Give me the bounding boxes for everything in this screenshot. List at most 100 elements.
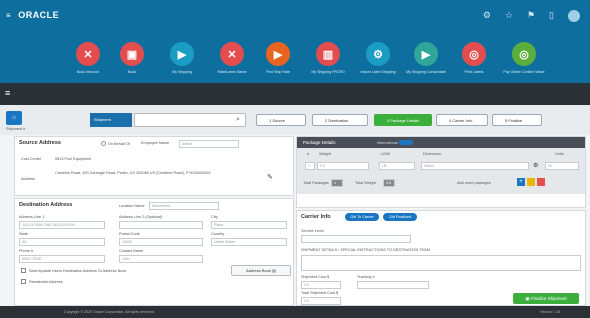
country-label: Country bbox=[211, 232, 225, 236]
postal-code-input[interactable]: 10026 bbox=[119, 238, 203, 246]
avatar-icon[interactable] bbox=[568, 10, 580, 22]
phone-input[interactable]: 8001775000 bbox=[19, 255, 105, 263]
secondary-nav: ≡ bbox=[0, 83, 590, 105]
shortcut-label: Find Ship Rate bbox=[266, 70, 290, 74]
postal-code-label: Postal Code bbox=[119, 232, 140, 236]
package-details-panel: Package Details International # Weight U… bbox=[296, 136, 586, 208]
add-package-icon[interactable]: + bbox=[517, 178, 525, 186]
old-to-carrier-button[interactable]: Old To Carrier bbox=[345, 213, 379, 221]
source-address-panel: Source Address On Behalf Of Employee Nam… bbox=[14, 136, 294, 196]
tracking-label: Tracking # bbox=[357, 275, 375, 279]
tracking-input[interactable] bbox=[357, 281, 429, 289]
copy-icon[interactable] bbox=[527, 178, 535, 186]
shortcut-pay-online[interactable]: ◎ Pay Online Confirm Wave bbox=[502, 42, 546, 74]
gear-icon[interactable]: ⚙ bbox=[533, 162, 538, 169]
shortcut-label: Rate/Lanes Name bbox=[217, 70, 247, 74]
address-value: Crestline Road, 400 Carnegie Road, Pinki… bbox=[55, 171, 211, 175]
city-input[interactable]: Plaza bbox=[211, 221, 287, 229]
address-line2-input[interactable] bbox=[119, 221, 203, 229]
international-label: International bbox=[376, 141, 398, 145]
address-book-label: Address Book bbox=[246, 268, 271, 273]
residential-checkbox[interactable]: Residential Address bbox=[21, 279, 63, 284]
checkbox-icon bbox=[21, 268, 26, 273]
finalize-shipment-button[interactable]: ▣ Finalize Shipment bbox=[513, 293, 579, 304]
employee-name-select[interactable]: Select bbox=[179, 140, 239, 148]
shipment-cost-input[interactable]: 0.0 bbox=[301, 281, 341, 289]
step-package-details[interactable]: 3 Package Details bbox=[374, 114, 432, 126]
address-line1-label: Address Line 1 bbox=[19, 215, 45, 219]
international-toggle[interactable] bbox=[398, 140, 413, 146]
units-select[interactable]: IN bbox=[545, 162, 579, 170]
shortcut-shipping-profd[interactable]: ▥ My Shipping PROFD bbox=[306, 42, 350, 74]
location-name-select[interactable]: Stoneforest bbox=[149, 202, 219, 210]
state-label: State bbox=[19, 232, 28, 236]
cost-center-label: Cost Center bbox=[21, 157, 42, 161]
menu-icon[interactable]: ≡ bbox=[5, 88, 10, 98]
contact-name-input[interactable]: John bbox=[119, 255, 203, 263]
weight-input[interactable]: 0.5 bbox=[317, 162, 369, 170]
cost-center-value: 0613 Pool Equipment bbox=[55, 157, 92, 161]
dimension-select[interactable]: Select bbox=[421, 162, 529, 170]
special-instructions-textarea[interactable] bbox=[301, 255, 581, 271]
flag-icon[interactable]: ⚑ bbox=[527, 10, 535, 22]
settings-icon[interactable]: ⚙ bbox=[483, 10, 491, 22]
oracle-logo: ≡ ORACLE bbox=[6, 10, 59, 20]
play-icon: ▶ bbox=[266, 42, 290, 66]
source-address-title: Source Address bbox=[19, 140, 61, 146]
finalize-icon: ▣ bbox=[525, 296, 530, 301]
step-source[interactable]: 1 Source bbox=[256, 114, 306, 126]
package-header: Package Details International bbox=[297, 137, 585, 148]
shortcut-book-inbound[interactable]: ✕ Book Inbound bbox=[66, 42, 110, 74]
search-icon[interactable]: ⌕ bbox=[236, 116, 240, 124]
total-cost-input[interactable]: 0.0 bbox=[301, 297, 341, 305]
shortcut-find-ship-rate[interactable]: ▶ Find Ship Rate bbox=[256, 42, 300, 74]
step-finalize[interactable]: 5 Finalize bbox=[492, 114, 542, 126]
old-finalized-button[interactable]: Old Finalized bbox=[383, 213, 417, 221]
city-label: City bbox=[211, 215, 218, 219]
save-address-checkbox[interactable]: Save/Update Users Destination Address To… bbox=[21, 268, 126, 273]
finalize-label: Finalize Shipment bbox=[530, 296, 567, 301]
special-instructions-label: SHIPMENT DETAILS / SPECIAL INSTRUCTIONS … bbox=[301, 248, 430, 252]
col-weight: Weight bbox=[319, 152, 331, 156]
shortcut-my-shipping[interactable]: ▶ My Shipping bbox=[160, 42, 204, 74]
shortcut-print-labels[interactable]: ◎ Print Labels bbox=[452, 42, 496, 74]
state-input[interactable]: AZ bbox=[19, 238, 105, 246]
truck-icon: ▶ bbox=[414, 42, 438, 66]
uom-select[interactable]: LB bbox=[379, 162, 415, 170]
shortcut-label: My Shipping bbox=[172, 70, 192, 74]
step-destination[interactable]: 2 Destination bbox=[312, 114, 368, 126]
hamburger-icon[interactable]: ≡ bbox=[6, 11, 11, 20]
delete-icon[interactable] bbox=[537, 178, 545, 186]
total-cost-label: Total Shipment Cost $ bbox=[301, 291, 339, 295]
copyright-text: Copyright © 2020 Oracle Corporation. All… bbox=[64, 310, 154, 314]
address-line1-input[interactable]: 1120 OCEAN ONE DELEGATION bbox=[19, 221, 105, 229]
save-address-label: Save/Update Users Destination Address To… bbox=[29, 268, 127, 273]
package-grid: # Weight UOM Dimension Units 1 0.5 LB Se… bbox=[297, 148, 585, 194]
total-weight-label: Total Weight bbox=[355, 181, 376, 185]
header-icons: ⚙ ☆ ⚑ ▯ bbox=[483, 10, 580, 22]
star-icon[interactable]: ☆ bbox=[505, 10, 513, 22]
address-book-button[interactable]: Address Book ▤ bbox=[231, 265, 291, 276]
total-weight-value: 0.5 bbox=[383, 179, 395, 187]
shipment-dropdown[interactable]: Shipment bbox=[90, 113, 132, 127]
service-level-select[interactable] bbox=[301, 235, 411, 243]
address-book-icon: ▤ bbox=[272, 268, 276, 273]
edit-icon[interactable]: ✎ bbox=[267, 173, 273, 181]
target-icon: ◎ bbox=[462, 42, 486, 66]
shortcut-import-label[interactable]: ⚙ Import Label Shipping bbox=[356, 42, 400, 74]
gear-icon: ⚙ bbox=[366, 42, 390, 66]
shortcut-label: Book bbox=[127, 70, 137, 74]
on-behalf-toggle[interactable]: On Behalf Of bbox=[101, 141, 130, 146]
truck-icon: ▶ bbox=[170, 42, 194, 66]
search-input[interactable]: ⌕ bbox=[134, 113, 246, 127]
service-level-label: Service Level bbox=[301, 229, 324, 233]
country-select[interactable]: United States bbox=[211, 238, 287, 246]
shortcut-consolidate[interactable]: ▶ My Shipping Consolidate bbox=[404, 42, 448, 74]
document-icon[interactable]: ▯ bbox=[549, 10, 554, 22]
shortcut-rate-lanes[interactable]: ✕ Rate/Lanes Name bbox=[210, 42, 254, 74]
package-title: Package Details bbox=[303, 140, 336, 145]
shortcut-label: Import Label Shipping bbox=[360, 70, 396, 74]
step-carrier-info[interactable]: 4 Carrier Info bbox=[436, 114, 488, 126]
shortcut-book[interactable]: ▣ Book bbox=[110, 42, 154, 74]
home-button[interactable]: ⌂ bbox=[6, 111, 22, 125]
